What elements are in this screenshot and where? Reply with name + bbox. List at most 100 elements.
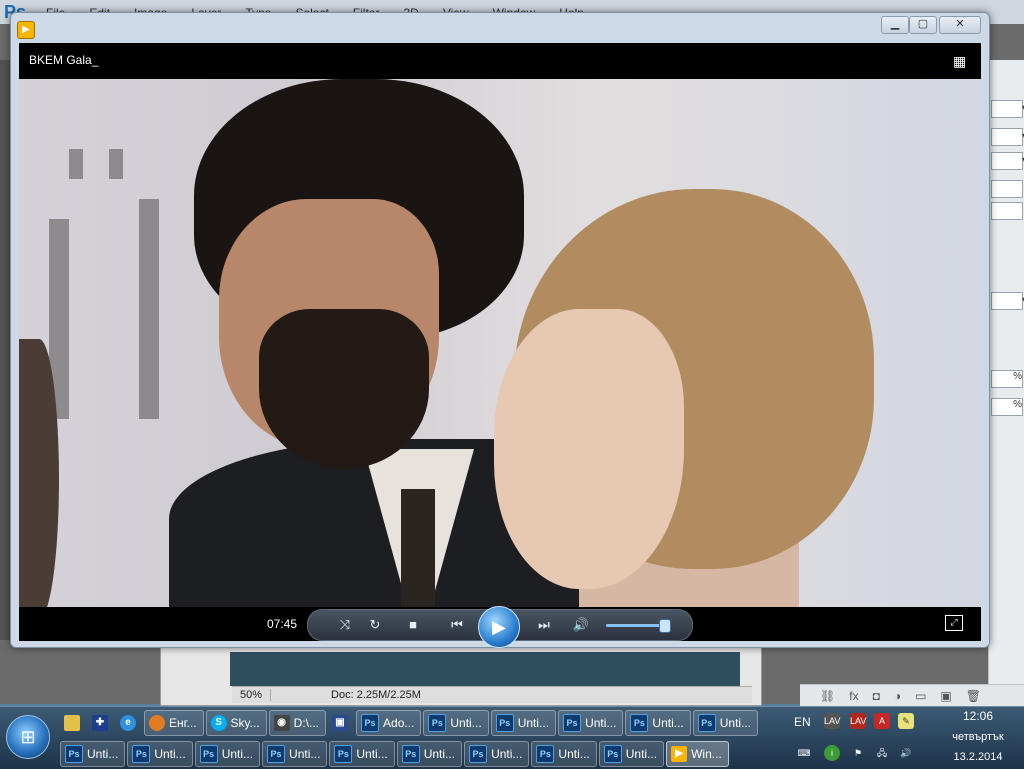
now-playing-area: BKEM Gala_ ▦ 07:45 ⤨ ↻ ■ ⏮ ▶ ⏭ 🔊 ⤢ bbox=[19, 43, 981, 648]
fill-field[interactable]: % bbox=[991, 398, 1023, 416]
maximize-button[interactable]: ▢ bbox=[909, 16, 937, 34]
taskbar-button[interactable]: Ps Unti... bbox=[598, 741, 665, 767]
panel-field[interactable]: ▾ bbox=[991, 100, 1024, 118]
previous-icon[interactable]: ⏮ bbox=[440, 615, 474, 635]
ps-icon: Ps bbox=[428, 714, 447, 732]
panel-field[interactable]: ▾ bbox=[991, 152, 1024, 170]
taskbar-button[interactable]: ✚ bbox=[88, 710, 114, 736]
keyboard-icon[interactable]: ⌨ bbox=[796, 745, 812, 761]
switch-to-library-icon[interactable]: ▦ bbox=[953, 53, 971, 69]
ps-icon: Ps bbox=[361, 714, 380, 732]
windows-taskbar: ⊞ ✚ e Енг... S Sky... ◉ D:\... ▣ Ps Ado... Ps Unti.… bbox=[0, 706, 1024, 769]
taskbar-button[interactable]: ▶ Win... bbox=[666, 741, 729, 767]
ps-icon: Ps bbox=[132, 745, 151, 763]
media-player-app-icon: ▶ bbox=[17, 21, 35, 39]
adobe-icon[interactable]: A bbox=[874, 713, 890, 729]
taskbar-button[interactable]: ◉ D:\... bbox=[268, 710, 327, 736]
taskbar-button[interactable]: Енг... bbox=[144, 710, 204, 736]
lav-icon[interactable]: LAV bbox=[824, 713, 840, 729]
taskbar-button[interactable]: S Sky... bbox=[205, 710, 267, 736]
taskbar-button[interactable]: Ps Unti... bbox=[531, 741, 597, 767]
taskbar-button-label: Unti... bbox=[652, 716, 684, 730]
taskbar-button-label: Unti... bbox=[450, 716, 482, 730]
language-indicator[interactable]: EN bbox=[794, 715, 811, 729]
play-icon[interactable]: ▶ bbox=[478, 606, 520, 648]
taskbar-button[interactable]: Ps Unti... bbox=[423, 710, 489, 736]
fx-icon[interactable]: fx bbox=[849, 689, 858, 703]
zoom-level[interactable]: 50% bbox=[232, 689, 272, 701]
taskbar-row-2: Ps Unti... Ps Unti... Ps Unti... Ps Unti... Ps Un… bbox=[60, 741, 729, 767]
mask-icon[interactable]: ◘ bbox=[873, 689, 880, 703]
taskbar-button[interactable] bbox=[60, 710, 86, 736]
ps-icon: Ps bbox=[630, 714, 649, 732]
taskbar-button-label: Win... bbox=[691, 747, 722, 761]
taskbar-button[interactable]: Ps Unti... bbox=[60, 741, 126, 767]
wmp-icon: ▶ bbox=[671, 746, 688, 762]
trash-icon[interactable]: 🗑 bbox=[966, 689, 981, 703]
ps-icon: Ps bbox=[267, 745, 286, 763]
new-layer-icon[interactable]: ▣ bbox=[940, 689, 951, 703]
panel-field[interactable]: ▾ bbox=[991, 128, 1024, 146]
video-frame[interactable] bbox=[19, 79, 981, 607]
taskbar-button[interactable]: Ps Unti... bbox=[127, 741, 193, 767]
media-player-titlebar[interactable]: ▶ ▁ ▢ ✕ bbox=[11, 13, 989, 43]
panel-field[interactable] bbox=[991, 202, 1023, 220]
repeat-icon[interactable]: ↻ bbox=[364, 615, 386, 635]
lav-audio-icon[interactable]: LAV bbox=[850, 713, 866, 729]
stop-icon[interactable]: ■ bbox=[402, 615, 424, 635]
taskbar-button[interactable]: Ps Unti... bbox=[490, 710, 557, 736]
close-button[interactable]: ✕ bbox=[939, 16, 981, 34]
taskbar-button[interactable]: Ps Unti... bbox=[262, 741, 328, 767]
taskbar-button[interactable]: Ps Unti... bbox=[464, 741, 530, 767]
clock-day[interactable]: четвъртък bbox=[936, 731, 1020, 743]
taskbar-button[interactable]: Ps Unti... bbox=[194, 741, 261, 767]
panel-field[interactable] bbox=[991, 180, 1023, 198]
taskbar-button-label: Unti... bbox=[221, 747, 254, 761]
current-time: 07:45 bbox=[267, 617, 298, 631]
controls-bar: ⤨ ↻ ■ ⏮ ▶ ⏭ 🔊 bbox=[307, 606, 693, 648]
next-icon[interactable]: ⏭ bbox=[530, 615, 558, 635]
minimize-button[interactable]: ▁ bbox=[881, 16, 909, 34]
clock-date[interactable]: 13.2.2014 bbox=[936, 751, 1020, 763]
volume-thumb[interactable] bbox=[658, 619, 671, 633]
video-background bbox=[49, 139, 209, 476]
doc-info: Doc: 2.25M/2.25M bbox=[331, 689, 421, 701]
taskbar-button[interactable]: Ps Unti... bbox=[558, 710, 624, 736]
video-title: BKEM Gala_ bbox=[29, 53, 99, 67]
save-icon: ▣ bbox=[332, 715, 349, 731]
adjustment-icon[interactable]: ◑ bbox=[894, 689, 901, 703]
volume-level bbox=[606, 624, 664, 627]
ps-icon: Ps bbox=[65, 745, 83, 763]
volume-tray-icon[interactable]: 🔊 bbox=[898, 745, 914, 761]
folder-icon[interactable]: ▭ bbox=[915, 689, 926, 703]
taskbar-button[interactable]: e bbox=[116, 710, 142, 736]
ps-icon: Ps bbox=[469, 745, 488, 763]
notes-icon[interactable]: ✎ bbox=[898, 713, 914, 729]
volume-slider[interactable] bbox=[606, 619, 671, 633]
taskbar-button-label: Unti... bbox=[517, 716, 550, 730]
shuffle-icon[interactable]: ⤨ bbox=[334, 615, 356, 635]
video-person-left bbox=[19, 339, 59, 607]
start-button[interactable]: ⊞ bbox=[6, 715, 50, 759]
taskbar-button[interactable]: Ps Unti... bbox=[625, 710, 691, 736]
panel-field[interactable]: ▾ bbox=[991, 292, 1024, 310]
fullscreen-icon[interactable]: ⤢ bbox=[945, 615, 963, 631]
info-icon[interactable]: i bbox=[824, 745, 840, 761]
taskbar-button-label: Unti... bbox=[491, 747, 523, 761]
taskbar-button[interactable]: Ps Unti... bbox=[692, 710, 759, 736]
volume-icon[interactable]: 🔊 bbox=[570, 615, 592, 635]
link-layers-icon[interactable]: ⛓ bbox=[820, 689, 835, 703]
taskbar-button-label: Unti... bbox=[154, 747, 186, 761]
taskbar-button[interactable]: Ps Ado... bbox=[356, 710, 422, 736]
camera-icon: ◉ bbox=[273, 715, 290, 731]
ie-icon: e bbox=[120, 715, 136, 731]
network-icon[interactable]: 🖧 bbox=[874, 745, 890, 761]
clock-time[interactable]: 12:06 bbox=[936, 709, 1020, 723]
taskbar-button[interactable]: Ps Unti... bbox=[396, 741, 463, 767]
action-center-icon[interactable]: ⚑ bbox=[850, 745, 866, 761]
taskbar-button[interactable]: Ps Unti... bbox=[329, 741, 395, 767]
taskbar-button-label: Unti... bbox=[87, 747, 119, 761]
photoshop-statusbar: 50% Doc: 2.25M/2.25M bbox=[232, 686, 752, 703]
opacity-field[interactable]: % bbox=[991, 370, 1023, 388]
taskbar-button[interactable]: ▣ bbox=[328, 710, 354, 736]
